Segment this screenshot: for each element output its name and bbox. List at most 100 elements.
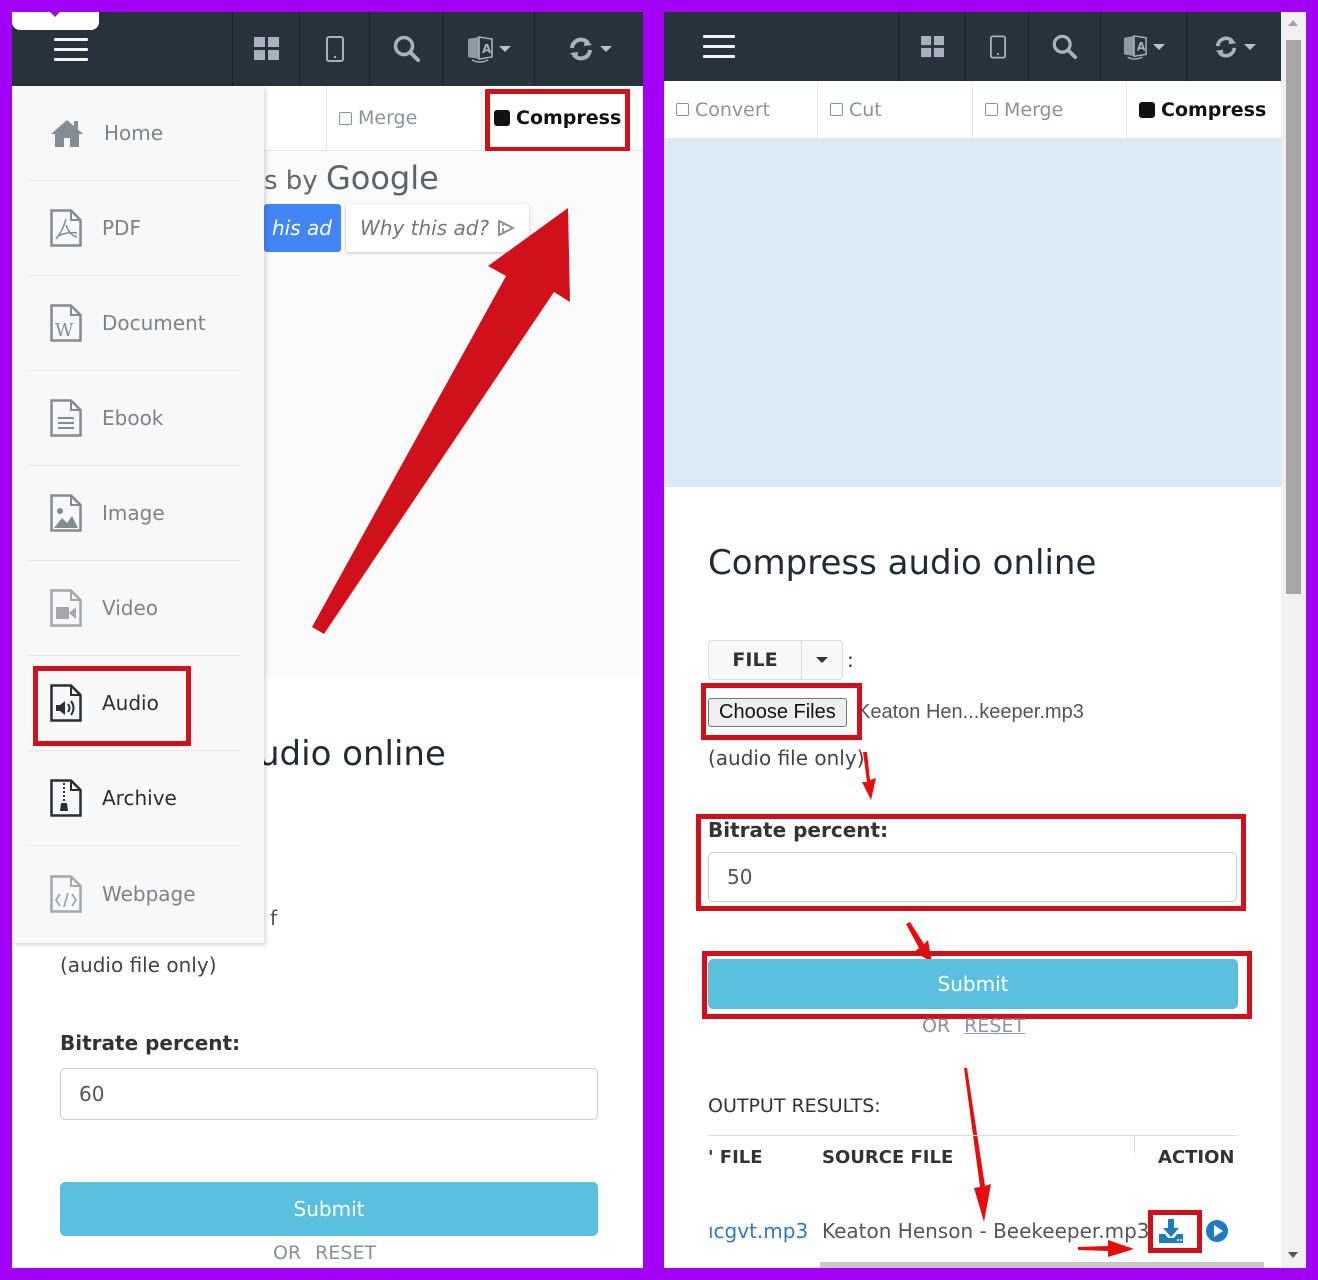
tool-tabs: Convert Cut Merge Compress [664, 81, 1281, 139]
sidebar-menu: Home PDF W Document Ebook Image Video Au… [12, 86, 264, 943]
table-col-divider [1134, 1135, 1135, 1153]
menu-icon [703, 35, 735, 58]
tablet-button[interactable] [299, 12, 370, 86]
annotation-arrow [964, 1068, 991, 1222]
archive-file-icon [50, 779, 82, 817]
audio-file-icon [50, 684, 82, 722]
tab-merge[interactable]: Merge [327, 86, 482, 150]
right-screenshot-panel: A Convert Cut Merge Compress Compress au… [664, 12, 1306, 1268]
scroll-down-arrow[interactable] [1288, 1252, 1298, 1258]
sidebar-item-pdf[interactable]: PDF [28, 181, 240, 276]
search-button[interactable] [1028, 12, 1101, 81]
sidebar-item-webpage[interactable]: Webpage [28, 846, 240, 941]
bitrate-label: Bitrate percent: [60, 1031, 241, 1055]
chosen-file-fragment: f [270, 906, 278, 930]
tooltip-notch [12, 12, 99, 30]
left-screenshot-panel: A Merge Compress s by Google his ad Why … [12, 12, 643, 1268]
image-file-icon [50, 494, 82, 532]
sidebar-item-home[interactable]: Home [28, 86, 240, 181]
menu-button[interactable] [664, 12, 774, 81]
tab-merge[interactable]: Merge [973, 81, 1127, 138]
tablet-icon [989, 34, 1006, 59]
checkbox-icon [985, 103, 998, 116]
bitrate-input[interactable]: 60 [60, 1068, 598, 1120]
tab-compress[interactable]: Compress [1127, 81, 1281, 138]
download-button[interactable] [1158, 1218, 1184, 1248]
checkbox-icon [676, 103, 689, 116]
ad-placeholder [664, 139, 1281, 487]
sidebar-item-ebook[interactable]: Ebook [28, 371, 240, 466]
annotation-arrow [312, 208, 570, 634]
translate-icon: A [1123, 34, 1147, 60]
caret-down-icon [816, 657, 828, 663]
or-reset: OR RESET [922, 1015, 1026, 1037]
refresh-button[interactable] [534, 12, 643, 86]
annotation-arrow [906, 922, 932, 962]
svg-text:A: A [1137, 40, 1146, 53]
refresh-icon [1215, 36, 1236, 57]
grid-button[interactable] [898, 12, 966, 81]
search-button[interactable] [369, 12, 443, 86]
grid-icon [253, 37, 279, 60]
bitrate-input[interactable]: 50 [708, 852, 1237, 902]
tablet-icon [326, 36, 344, 62]
sidebar-item-audio[interactable]: Audio [28, 656, 240, 751]
search-icon [1052, 34, 1078, 59]
tablet-button[interactable] [965, 12, 1029, 81]
download-icon [1159, 1219, 1183, 1243]
annotation-arrow [1078, 1240, 1134, 1257]
search-icon [393, 35, 420, 62]
translate-button[interactable]: A [442, 12, 535, 86]
file-hint: (audio file only) [60, 953, 217, 977]
sidebar-item-archive[interactable]: Archive [28, 751, 240, 846]
file-source-button[interactable]: FILE [708, 640, 802, 680]
submit-button[interactable]: Submit [708, 959, 1238, 1009]
checkbox-icon [830, 103, 843, 116]
file-hint: (audio file only) [708, 746, 865, 770]
caret-down-icon [499, 46, 511, 52]
vertical-scrollbar[interactable] [1281, 12, 1306, 1268]
table-divider [708, 1135, 1237, 1136]
home-icon [51, 120, 83, 147]
output-results-title: OUTPUT RESULTS: [708, 1095, 881, 1117]
pdf-file-icon [50, 209, 82, 247]
tab-convert[interactable]: Convert [664, 81, 818, 138]
word-file-icon: W [50, 304, 82, 342]
scroll-thumb[interactable] [1286, 40, 1301, 594]
tab-cut[interactable]: Cut [818, 81, 973, 138]
column-header-action: ACTION [1158, 1147, 1235, 1168]
file-source-caret[interactable] [802, 640, 843, 680]
top-navbar: A [664, 12, 1281, 81]
page-heading-partial: udio online [258, 734, 446, 774]
translate-button[interactable]: A [1100, 12, 1187, 81]
refresh-icon [569, 37, 592, 61]
choose-files-button[interactable]: Choose Files [708, 698, 847, 727]
svg-text:A: A [482, 42, 492, 56]
checkbox-icon [339, 111, 352, 125]
column-header-source-file: SOURCE FILE [822, 1147, 954, 1168]
caret-down-icon [1243, 43, 1256, 50]
submit-button[interactable]: Submit [60, 1182, 598, 1236]
sidebar-item-image[interactable]: Image [28, 466, 240, 561]
output-file-link[interactable]: ıcgvt.mp3 [708, 1219, 808, 1243]
annotation-arrow [862, 752, 876, 800]
menu-icon [54, 37, 88, 61]
colon: : [847, 648, 854, 672]
sidebar-item-document[interactable]: W Document [28, 276, 240, 371]
sidebar-item-video[interactable]: Video [28, 561, 240, 656]
tab-compress[interactable]: Compress [482, 86, 643, 150]
scroll-up-arrow[interactable] [1288, 20, 1298, 26]
file-source-dropdown: FILE : [708, 640, 854, 680]
checkbox-checked-icon [494, 110, 510, 126]
bitrate-label: Bitrate percent: [708, 818, 889, 842]
grid-button[interactable] [232, 12, 300, 86]
caret-down-icon [599, 46, 612, 52]
svg-text:W: W [55, 320, 74, 341]
webpage-file-icon [50, 874, 82, 913]
ads-by-google: s by Google [264, 159, 439, 197]
horizontal-scrollbar[interactable] [820, 1262, 1264, 1268]
play-button[interactable] [1205, 1219, 1229, 1247]
refresh-button[interactable] [1186, 12, 1282, 81]
reset-link[interactable]: RESET [964, 1015, 1025, 1037]
reset-link[interactable]: RESET [315, 1242, 376, 1264]
